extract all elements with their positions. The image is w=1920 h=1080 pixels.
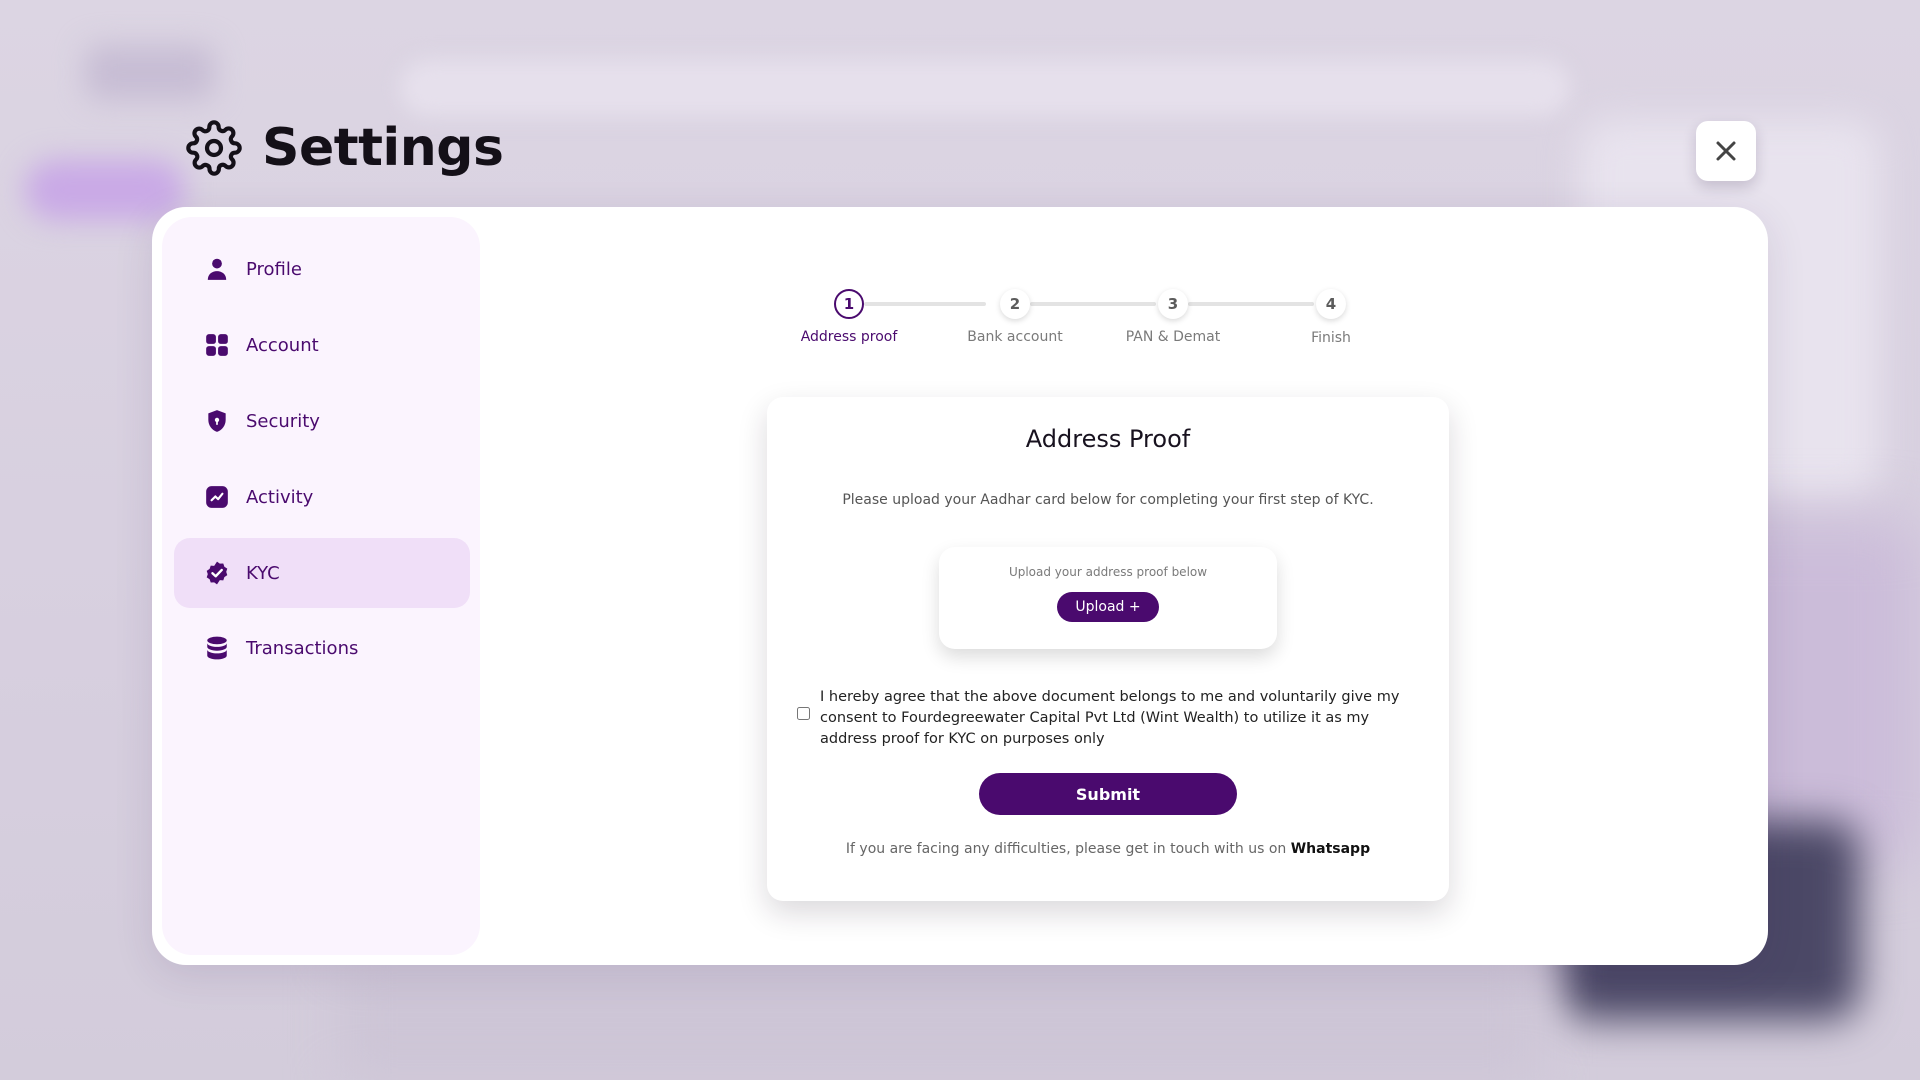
card-title: Address Proof	[1025, 425, 1191, 453]
step-3-indicator[interactable]: 3	[1158, 289, 1188, 319]
step-1-label: Address proof	[800, 329, 898, 345]
verified-badge-icon	[206, 561, 228, 585]
close-icon	[1716, 141, 1736, 161]
activity-chart-icon	[206, 486, 228, 508]
upload-button[interactable]: Upload +	[1057, 592, 1159, 622]
user-icon	[207, 258, 227, 280]
kyc-stepper: 1 2 3 4 Address proof Bank account PAN &…	[800, 277, 1351, 367]
consent-checkbox[interactable]	[797, 707, 810, 720]
step-connector	[1188, 302, 1314, 306]
consent-text: I hereby agree that the above document b…	[820, 689, 1400, 747]
background-topbar	[400, 60, 1570, 116]
background-footer	[340, 960, 1540, 1080]
close-button[interactable]	[1696, 121, 1756, 181]
upload-hint: Upload your address proof below	[1008, 565, 1208, 579]
sidebar-item-label: Transactions	[246, 637, 359, 659]
sidebar-item-security[interactable]: Security	[174, 386, 470, 456]
step-4-label: Finish	[1311, 330, 1351, 346]
card-description: Please upload your Aadhar card below for…	[842, 492, 1374, 508]
background-pill	[25, 160, 185, 220]
page-title: Settings	[262, 118, 504, 178]
shield-icon	[208, 410, 226, 432]
whatsapp-link[interactable]: Whatsapp	[1291, 841, 1370, 857]
step-4-indicator[interactable]: 4	[1316, 289, 1346, 319]
grid-icon	[206, 334, 228, 356]
sidebar-item-transactions[interactable]: Transactions	[174, 613, 470, 683]
step-connector	[1030, 302, 1156, 306]
help-text: If you are facing any difficulties, plea…	[767, 841, 1449, 857]
sidebar-item-kyc[interactable]: KYC	[174, 538, 470, 608]
step-3-label: PAN & Demat	[1125, 329, 1221, 345]
upload-dropzone[interactable]: Upload your address proof below Upload +	[939, 547, 1277, 649]
settings-sidebar: Profile Account Security Activity KYC Tr…	[162, 217, 480, 955]
settings-modal: Profile Account Security Activity KYC Tr…	[152, 207, 1768, 965]
consent-row: I hereby agree that the above document b…	[797, 687, 1417, 750]
step-2-label: Bank account	[967, 329, 1063, 345]
step-1-indicator[interactable]: 1	[834, 289, 864, 319]
step-2-indicator[interactable]: 2	[1000, 289, 1030, 319]
gear-icon	[186, 120, 242, 176]
sidebar-item-label: Activity	[246, 486, 314, 508]
help-message: If you are facing any difficulties, plea…	[845, 841, 1291, 857]
submit-button[interactable]: Submit	[979, 773, 1237, 815]
sidebar-item-account[interactable]: Account	[174, 310, 470, 380]
address-proof-card: Address Proof Please upload your Aadhar …	[767, 397, 1449, 901]
sidebar-item-label: KYC	[246, 562, 280, 584]
background-logo	[85, 45, 215, 100]
database-icon	[207, 636, 227, 660]
sidebar-item-label: Security	[246, 410, 320, 432]
sidebar-item-label: Profile	[246, 258, 302, 280]
sidebar-item-activity[interactable]: Activity	[174, 462, 470, 532]
step-connector	[864, 302, 986, 306]
settings-header: Settings	[186, 118, 504, 178]
sidebar-item-profile[interactable]: Profile	[174, 234, 470, 304]
sidebar-item-label: Account	[246, 334, 319, 356]
